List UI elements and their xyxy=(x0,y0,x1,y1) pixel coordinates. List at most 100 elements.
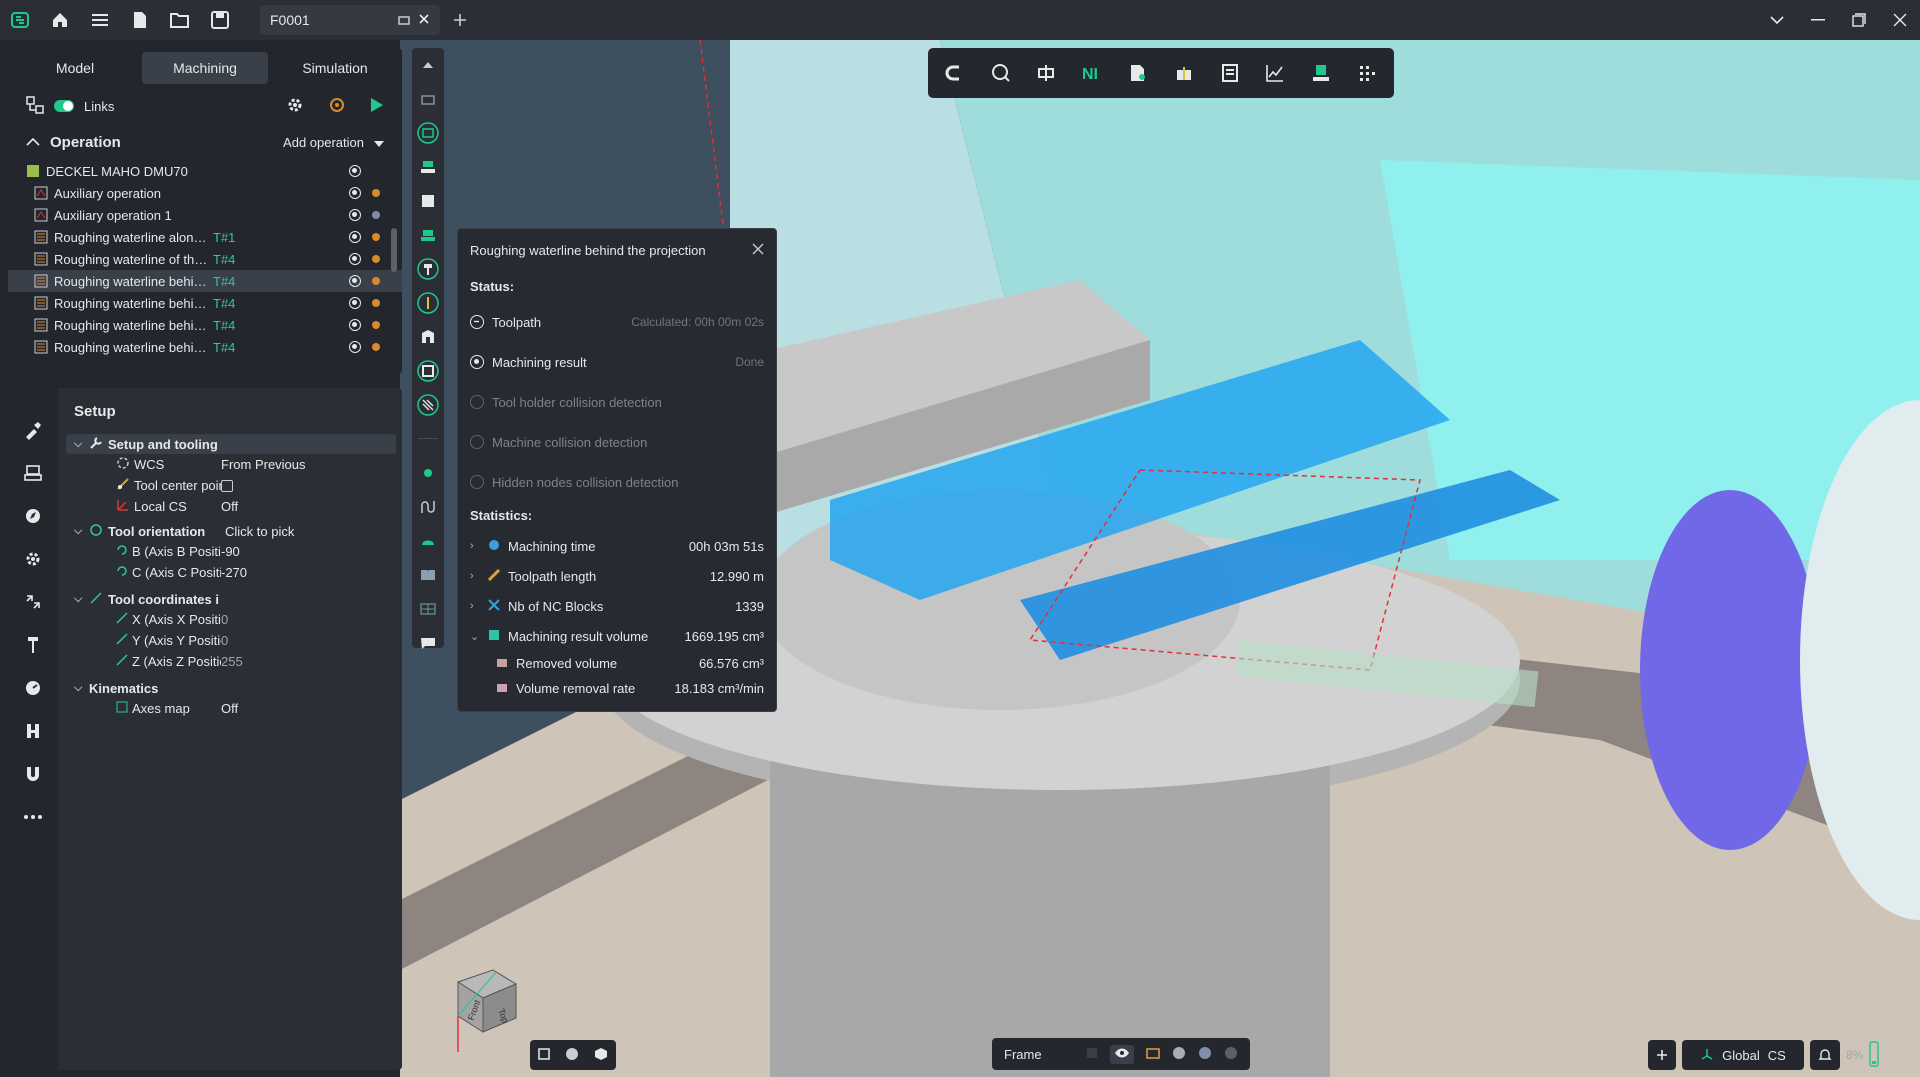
eye-icon[interactable] xyxy=(1110,1044,1134,1064)
property-row[interactable]: WCS From Previous xyxy=(66,454,396,475)
list-item[interactable]: Auxiliary operation xyxy=(8,182,402,204)
restore-icon[interactable] xyxy=(1838,0,1879,40)
home-icon[interactable] xyxy=(40,0,80,40)
group-setup-tooling[interactable]: ⌵ Setup and tooling xyxy=(66,434,396,454)
list-item[interactable]: Roughing waterline of th… T#4 xyxy=(8,248,402,270)
visibility-toggle[interactable] xyxy=(349,231,361,243)
visibility-toggle[interactable] xyxy=(349,297,361,309)
add-operation-button[interactable]: Add operation xyxy=(283,135,364,150)
axis-link-icon[interactable] xyxy=(8,580,58,623)
property-row[interactable]: Z (Axis Z Positior 255 xyxy=(66,651,396,672)
compass-icon[interactable] xyxy=(8,494,58,537)
close-tab-icon[interactable] xyxy=(418,13,430,28)
visibility-toggle[interactable] xyxy=(349,341,361,353)
menu-icon[interactable] xyxy=(80,0,120,40)
pattern-icon[interactable] xyxy=(412,388,444,422)
scroll-up-icon[interactable] xyxy=(412,48,444,82)
visibility-toggle[interactable] xyxy=(349,275,361,287)
probe-icon[interactable] xyxy=(412,354,444,388)
property-row[interactable]: B (Axis B Positio -90 xyxy=(66,541,396,562)
navigation-cube[interactable]: Front Top xyxy=(438,952,528,1062)
scroll-thumb[interactable] xyxy=(391,228,397,272)
point-icon[interactable] xyxy=(412,456,444,490)
document-settings-icon[interactable] xyxy=(1123,58,1153,88)
property-row[interactable]: Axes map Off xyxy=(66,698,396,719)
group-kinematics[interactable]: ⌵ Kinematics xyxy=(66,678,396,698)
chart-icon[interactable] xyxy=(1261,58,1291,88)
list-item[interactable]: Roughing waterline behi… T#4 xyxy=(8,314,402,336)
play-icon[interactable] xyxy=(370,97,384,116)
chevron-right-icon[interactable]: › xyxy=(470,600,480,612)
drill-icon[interactable] xyxy=(412,286,444,320)
new-file-icon[interactable] xyxy=(120,0,160,40)
list-item[interactable]: Roughing waterline behi… T#4 xyxy=(8,292,402,314)
visibility-toggle[interactable] xyxy=(349,209,361,221)
clamp-icon[interactable] xyxy=(8,709,58,752)
list-item[interactable]: DECKEL MAHO DMU70 xyxy=(8,160,402,182)
book-icon[interactable] xyxy=(412,558,444,592)
report-icon[interactable] xyxy=(1215,58,1245,88)
list-item[interactable]: Roughing waterline alon… T#1 xyxy=(8,226,402,248)
list-item[interactable]: Auxiliary operation 1 xyxy=(8,204,402,226)
property-row[interactable]: Tool center point xyxy=(66,475,396,496)
chevron-down-icon[interactable] xyxy=(1756,0,1797,40)
stat-row[interactable]: › Nb of NC Blocks 1339 xyxy=(458,591,776,621)
workpiece-icon[interactable] xyxy=(412,218,444,252)
sphere-glossy-icon[interactable] xyxy=(1198,1046,1212,1063)
add-button[interactable] xyxy=(1648,1040,1676,1070)
visibility-toggle[interactable] xyxy=(349,319,361,331)
property-row[interactable]: C (Axis C Positio -270 xyxy=(66,562,396,583)
save-icon[interactable] xyxy=(200,0,240,40)
visibility-toggle[interactable] xyxy=(349,253,361,265)
app-logo-icon[interactable] xyxy=(0,0,40,40)
surface-icon[interactable] xyxy=(412,524,444,558)
chevron-up-icon[interactable] xyxy=(26,135,40,150)
square-icon[interactable] xyxy=(1086,1047,1098,1062)
close-window-icon[interactable] xyxy=(1879,0,1920,40)
tab-model[interactable]: Model xyxy=(12,52,138,84)
gear-icon[interactable] xyxy=(8,537,58,580)
gear-icon[interactable] xyxy=(286,96,304,117)
close-icon[interactable] xyxy=(752,243,764,258)
part-icon[interactable] xyxy=(412,184,444,218)
texture-icon[interactable] xyxy=(1146,1046,1160,1063)
axes-map-value[interactable]: Off xyxy=(221,701,238,716)
group-tool-orientation[interactable]: ⌵ Tool orientation Click to pick xyxy=(66,521,396,541)
x-value[interactable]: 0 xyxy=(221,612,228,627)
chevron-down-icon[interactable]: ⌵ xyxy=(74,525,84,538)
magnet-icon[interactable] xyxy=(8,752,58,795)
pick-value[interactable]: Click to pick xyxy=(225,524,294,539)
grid-dots-icon[interactable] xyxy=(1352,58,1382,88)
speed-icon[interactable] xyxy=(8,666,58,709)
open-folder-icon[interactable] xyxy=(160,0,200,40)
visibility-toggle[interactable] xyxy=(349,165,361,177)
chevron-down-icon[interactable]: ⌄ xyxy=(470,630,480,643)
chevron-down-icon[interactable]: ⌵ xyxy=(74,682,84,695)
chevron-down-icon[interactable]: ⌵ xyxy=(74,438,84,451)
holder-icon[interactable] xyxy=(412,320,444,354)
property-row[interactable]: X (Axis X Positior 0 xyxy=(66,609,396,630)
minimize-icon[interactable] xyxy=(1797,0,1838,40)
tool-center-point-checkbox[interactable] xyxy=(221,479,233,492)
notification-button[interactable] xyxy=(1810,1040,1840,1070)
cutter-icon[interactable] xyxy=(8,623,58,666)
nc-icon[interactable]: NI xyxy=(1077,58,1107,88)
group-tool-coordinates[interactable]: ⌵ Tool coordinates i xyxy=(66,589,396,609)
c-value[interactable]: -270 xyxy=(221,565,247,580)
z-value[interactable]: 255 xyxy=(221,654,243,669)
tool-icon[interactable] xyxy=(412,252,444,286)
gift-icon[interactable] xyxy=(1169,58,1199,88)
measure-icon[interactable] xyxy=(986,58,1016,88)
more-icon[interactable] xyxy=(8,795,58,838)
list-item[interactable]: Roughing waterline behi… T#4 xyxy=(8,270,402,292)
coordinate-system-selector[interactable]: Global CS xyxy=(1682,1040,1804,1070)
stock-view-icon[interactable] xyxy=(1306,58,1336,88)
list-item[interactable]: Roughing waterline behi… T#4 xyxy=(8,336,402,358)
chevron-right-icon[interactable]: › xyxy=(470,570,480,582)
stat-row[interactable]: › Machining time 00h 03m 51s xyxy=(458,531,776,561)
visibility-toggle[interactable] xyxy=(349,187,361,199)
b-value[interactable]: -90 xyxy=(221,544,240,559)
local-cs-value[interactable]: Off xyxy=(221,499,238,514)
y-value[interactable]: 0 xyxy=(221,633,228,648)
stock-setup-icon[interactable] xyxy=(8,451,58,494)
